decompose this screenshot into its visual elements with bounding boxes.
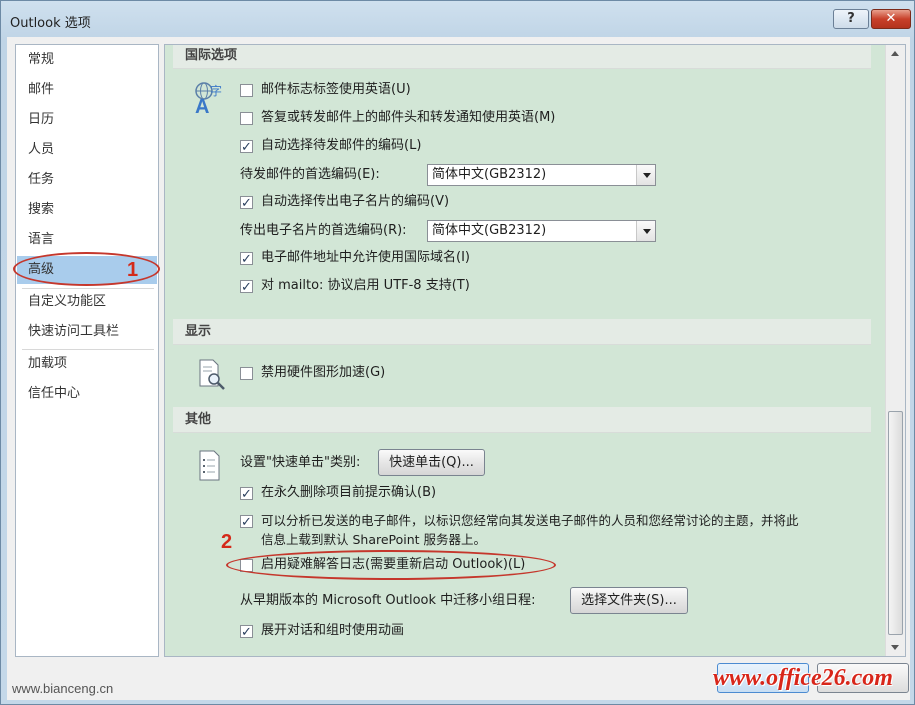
- chevron-down-icon[interactable]: [636, 165, 655, 185]
- vertical-scrollbar[interactable]: [885, 45, 905, 656]
- analyze-sent-mail-checkbox[interactable]: [240, 512, 253, 534]
- category-nav: 常规 邮件 日历 人员 任务 搜索 语言 高级 自定义功能区 快速访问工具栏 加…: [15, 44, 159, 657]
- scroll-up-icon[interactable]: [886, 45, 905, 63]
- watermark-left: www.bianceng.cn: [12, 681, 114, 696]
- option-row: 在永久删除项目前提示确认(B): [237, 482, 837, 506]
- chevron-down-icon[interactable]: [636, 221, 655, 241]
- option-row: 自动选择传出电子名片的编码(V): [237, 191, 837, 215]
- nav-item-quick-access-toolbar[interactable]: 快速访问工具栏: [17, 318, 157, 346]
- annotation-ellipse-log: [226, 550, 556, 580]
- nav-item-search[interactable]: 搜索: [17, 196, 157, 224]
- option-row: 邮件标志标签使用英语(U): [237, 79, 837, 101]
- nav-item-people[interactable]: 人员: [17, 136, 157, 164]
- svg-text:字: 字: [210, 83, 222, 98]
- nav-item-language[interactable]: 语言: [17, 226, 157, 254]
- help-button[interactable]: ?: [833, 9, 869, 29]
- section-header-display: 显示: [173, 319, 871, 345]
- section-header-international: 国际选项: [173, 45, 871, 69]
- preferred-vcard-encoding-label: 传出电子名片的首选编码(R):: [240, 223, 407, 238]
- select-value: 简体中文(GB2312): [432, 223, 547, 238]
- option-label: 信息上载到默认 SharePoint 服务器上。: [261, 532, 487, 547]
- nav-item-add-ins[interactable]: 加载项: [17, 350, 157, 378]
- option-label: 自动选择传出电子名片的编码(V): [261, 194, 450, 209]
- option-row: 答复或转发邮件上的邮件头和转发通知使用英语(M): [237, 107, 837, 129]
- options-window: Outlook 选项 ? ✕ 常规 邮件 日历 人员 任务 搜索 语言 高级 自…: [0, 0, 915, 705]
- nav-item-customize-ribbon[interactable]: 自定义功能区: [17, 288, 157, 316]
- close-button[interactable]: ✕: [871, 9, 911, 29]
- international-domain-checkbox[interactable]: [240, 249, 253, 271]
- vcard-encoding-select[interactable]: 简体中文(GB2312): [427, 220, 656, 242]
- option-label: 展开对话和组时使用动画: [261, 623, 405, 638]
- english-flag-labels-checkbox[interactable]: [240, 84, 253, 97]
- outgoing-encoding-select[interactable]: 简体中文(GB2312): [427, 164, 656, 186]
- preferred-outgoing-encoding-label: 待发邮件的首选编码(E):: [240, 167, 380, 182]
- migrate-schedules-label: 从早期版本的 Microsoft Outlook 中迁移小组日程:: [240, 593, 536, 608]
- watermark-right: www.office26.com: [713, 665, 893, 691]
- option-label: 自动选择待发邮件的编码(L): [261, 138, 422, 153]
- option-row: 禁用硬件图形加速(G): [237, 362, 837, 384]
- option-label: 在永久删除项目前提示确认(B): [261, 485, 437, 500]
- annotation-number-1: 1: [127, 259, 139, 281]
- quick-click-label: 设置"快速单击"类别:: [240, 455, 361, 470]
- confirm-permanent-delete-checkbox[interactable]: [240, 484, 253, 506]
- nav-item-mail[interactable]: 邮件: [17, 76, 157, 104]
- auto-outgoing-encoding-checkbox[interactable]: [240, 137, 253, 159]
- option-row: 对 mailto: 协议启用 UTF-8 支持(T): [237, 275, 837, 299]
- option-label: 禁用硬件图形加速(G): [261, 365, 386, 380]
- option-row: 可以分析已发送的电子邮件，以标识您经常向其发送电子邮件的人员和您经常讨论的主题，…: [237, 510, 877, 554]
- nav-item-general[interactable]: 常规: [17, 46, 157, 74]
- option-label: 答复或转发邮件上的邮件头和转发通知使用英语(M): [261, 110, 556, 125]
- svg-text:A: A: [195, 96, 209, 115]
- scroll-down-icon[interactable]: [886, 638, 905, 656]
- option-label: 对 mailto: 协议启用 UTF-8 支持(T): [261, 278, 470, 293]
- magnifier-document-icon: [197, 358, 227, 392]
- option-row: 电子邮件地址中允许使用国际域名(I): [237, 247, 837, 271]
- animate-expand-checkbox[interactable]: [240, 622, 253, 644]
- scrollbar-thumb[interactable]: [888, 411, 903, 635]
- option-row: 自动选择待发邮件的编码(L): [237, 135, 837, 159]
- list-document-icon: [197, 449, 223, 483]
- annotation-number-2: 2: [221, 531, 233, 553]
- option-row: 展开对话和组时使用动画: [237, 620, 837, 644]
- select-value: 简体中文(GB2312): [432, 167, 547, 182]
- quick-click-button[interactable]: 快速单击(Q)...: [378, 449, 485, 476]
- nav-item-tasks[interactable]: 任务: [17, 166, 157, 194]
- globe-language-icon: A 字: [193, 81, 227, 118]
- english-headers-checkbox[interactable]: [240, 112, 253, 125]
- select-folder-button[interactable]: 选择文件夹(S)...: [570, 587, 688, 614]
- auto-vcard-encoding-checkbox[interactable]: [240, 193, 253, 215]
- option-label: 邮件标志标签使用英语(U): [261, 82, 411, 97]
- disable-hw-acceleration-checkbox[interactable]: [240, 367, 253, 380]
- mailto-utf8-checkbox[interactable]: [240, 277, 253, 299]
- option-row: 从早期版本的 Microsoft Outlook 中迁移小组日程:: [240, 590, 580, 612]
- option-label: 电子邮件地址中允许使用国际域名(I): [261, 250, 470, 265]
- nav-item-calendar[interactable]: 日历: [17, 106, 157, 134]
- section-header-other: 其他: [173, 407, 871, 433]
- window-title: Outlook 选项: [10, 16, 91, 31]
- title-bar[interactable]: Outlook 选项 ? ✕: [1, 1, 914, 37]
- nav-item-trust-center[interactable]: 信任中心: [17, 380, 157, 408]
